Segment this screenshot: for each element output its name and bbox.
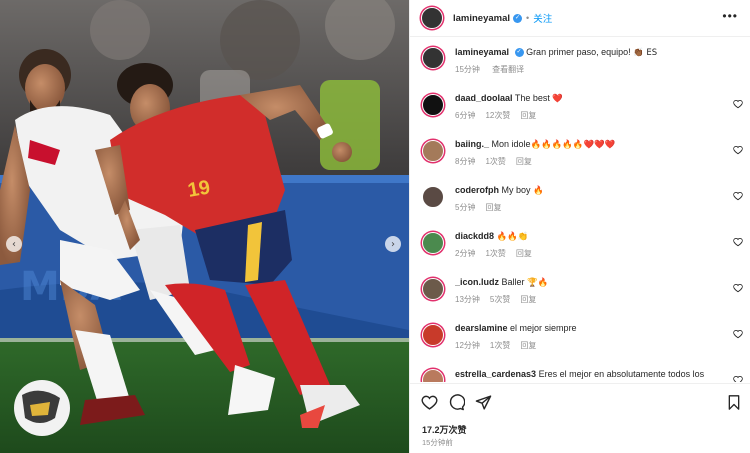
comment-text: Eres el mejor en absolutamente todos los	[538, 369, 705, 379]
comment-likes[interactable]: 5次赞	[490, 295, 510, 304]
comment-item: daad_doolaal The best ❤️ 6分钟 12次赞 回复	[410, 88, 750, 128]
comment-text: Baller	[501, 277, 525, 287]
comment-item: estrella_cardenas3 Eres el mejor en abso…	[410, 364, 750, 382]
comment-avatar[interactable]	[422, 94, 444, 116]
caption-text: Gran primer paso, equipo!	[526, 47, 631, 57]
comment-emoji: 🔥	[533, 186, 544, 196]
reply-button[interactable]: 回复	[516, 249, 532, 258]
author-avatar[interactable]	[421, 7, 443, 29]
jersey-number: 19	[186, 176, 212, 202]
more-options-icon[interactable]: •••	[722, 10, 738, 22]
reply-button[interactable]: 回复	[516, 157, 532, 166]
comment-emoji: 🔥🔥👏	[496, 232, 529, 242]
caption-time: 15分钟	[455, 65, 480, 74]
post-actions: 17.2万次赞 15分钟前	[410, 383, 750, 453]
reply-button[interactable]: 回复	[485, 203, 501, 212]
comment-text: Mon idole	[491, 139, 531, 149]
comment-avatar[interactable]	[422, 278, 444, 300]
comment-username[interactable]: daad_doolaal	[455, 93, 513, 103]
like-comment-heart-icon[interactable]	[733, 283, 743, 293]
like-heart-icon[interactable]	[421, 394, 438, 411]
caption-item: lamineyamal ✓ Gran primer paso, equipo! …	[410, 42, 750, 82]
author-username[interactable]: lamineyamal	[453, 13, 510, 24]
comment-item: diackdd8 🔥🔥👏 2分钟 1次赞 回复	[410, 226, 750, 266]
carousel-next-button[interactable]: ›	[385, 236, 401, 252]
reply-button[interactable]: 回复	[520, 341, 536, 350]
like-comment-heart-icon[interactable]	[733, 99, 743, 109]
post-media[interactable]: MBA 19	[0, 0, 409, 453]
comment-avatar[interactable]	[422, 369, 444, 382]
comment-item: coderofph My boy 🔥 5分钟 回复	[410, 180, 750, 220]
comment-avatar[interactable]	[422, 186, 444, 208]
football-photo: MBA 19	[0, 0, 409, 453]
like-comment-heart-icon[interactable]	[733, 237, 743, 247]
comment-avatar[interactable]	[422, 232, 444, 254]
comment-emoji: ❤️	[552, 94, 563, 104]
comment-time: 5分钟	[455, 203, 476, 212]
caption-avatar[interactable]	[422, 47, 444, 69]
comment-username[interactable]: coderofph	[455, 185, 499, 195]
translate-link[interactable]: 查看翻译	[492, 65, 524, 74]
comment-item: dearslamine el mejor siempre 12分钟 1次赞 回复	[410, 318, 750, 358]
like-comment-heart-icon[interactable]	[733, 145, 743, 155]
like-comment-heart-icon[interactable]	[733, 191, 743, 201]
comment-time: 13分钟	[455, 295, 480, 304]
like-comment-heart-icon[interactable]	[733, 329, 743, 339]
follow-button[interactable]: 关注	[533, 11, 552, 25]
comment-text: el mejor siempre	[510, 323, 577, 333]
reply-button[interactable]: 回复	[520, 295, 536, 304]
like-comment-heart-icon[interactable]	[733, 375, 743, 382]
comment-bubble-icon[interactable]	[448, 394, 465, 411]
comment-emoji: 🏆🔥	[527, 278, 549, 288]
save-bookmark-icon[interactable]	[726, 394, 742, 411]
comment-item: baiing._ Mon idole🔥🔥🔥🔥🔥❤️❤️❤️ 8分钟 1次赞 回复	[410, 134, 750, 174]
comment-time: 8分钟	[455, 157, 476, 166]
comment-time: 2分钟	[455, 249, 476, 258]
comment-avatar[interactable]	[422, 324, 444, 346]
comment-username[interactable]: diackdd8	[455, 231, 494, 241]
comment-text: My boy	[501, 185, 531, 195]
comment-username[interactable]: dearslamine	[455, 323, 508, 333]
comment-likes[interactable]: 12次赞	[485, 111, 510, 120]
comment-username[interactable]: baiing._	[455, 139, 489, 149]
comment-likes[interactable]: 1次赞	[485, 157, 505, 166]
comment-text: The best	[514, 93, 550, 103]
comment-username[interactable]: _icon.ludz	[455, 277, 499, 287]
caption-emoji: 👏🏾 ES	[633, 48, 658, 58]
comment-likes[interactable]: 1次赞	[490, 341, 510, 350]
comment-list[interactable]: lamineyamal ✓ Gran primer paso, equipo! …	[410, 38, 750, 382]
share-send-icon[interactable]	[475, 394, 492, 411]
comment-likes[interactable]: 1次赞	[485, 249, 505, 258]
comment-time: 6分钟	[455, 111, 476, 120]
comment-emoji: 🔥🔥🔥🔥🔥❤️❤️❤️	[530, 140, 616, 150]
comment-time: 12分钟	[455, 341, 480, 350]
post-header: lamineyamal ✓ • 关注 •••	[410, 0, 750, 37]
verified-badge-icon: ✓	[513, 13, 523, 23]
post-timestamp: 15分钟前	[422, 438, 453, 447]
header-separator: •	[526, 13, 530, 23]
comment-item: _icon.ludz Baller 🏆🔥 13分钟 5次赞 回复	[410, 272, 750, 312]
carousel-prev-button[interactable]: ‹	[6, 236, 22, 252]
verified-badge-icon: ✓	[514, 48, 524, 58]
likes-count[interactable]: 17.2万次赞	[422, 423, 467, 436]
reply-button[interactable]: 回复	[520, 111, 536, 120]
comment-avatar[interactable]	[422, 140, 444, 162]
caption-username[interactable]: lamineyamal	[455, 47, 509, 57]
comment-username[interactable]: estrella_cardenas3	[455, 369, 536, 379]
post-side-panel: lamineyamal ✓ • 关注 ••• lamineyamal ✓ Gra…	[409, 0, 750, 453]
